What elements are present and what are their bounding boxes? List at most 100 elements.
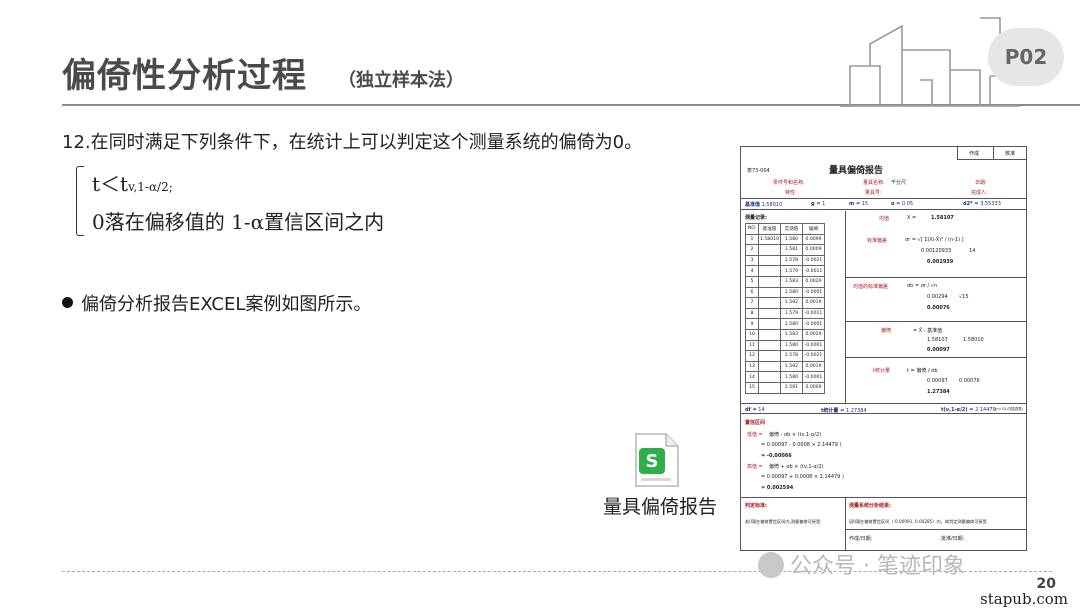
- table-row: 12 1.578 -0.0021: [745, 350, 825, 362]
- ci-high-calc: = 0.00097 + 0.0008 × 2.14479 ): [761, 474, 844, 480]
- cell-measured: 1.579: [780, 307, 803, 320]
- report-cell-border: [957, 147, 958, 159]
- stat-sd-value-b: 14: [969, 248, 976, 254]
- ci-low-value: = -0.00066: [761, 453, 792, 459]
- report-made-by: 作成: [969, 151, 980, 157]
- cell-measured: 1.579: [780, 265, 803, 277]
- stat-sem-value-a: 0.00294: [927, 294, 948, 300]
- stat-bias-formula: = X̄ - 基准值: [913, 328, 943, 334]
- cell-bias: 0.0029: [802, 275, 825, 288]
- wechat-icon: [758, 552, 784, 578]
- judge-approve-label: 批准/日期:: [941, 536, 965, 542]
- ci-high-formula: 偏倚 + σb × (tν,1-α/2): [769, 464, 824, 470]
- page-subtitle: （独立样本法）: [338, 70, 464, 91]
- report-summary-alpha: α = 0.05: [891, 201, 914, 207]
- report-gauge-no-label: 量具号:: [865, 190, 882, 196]
- cell-base: [758, 318, 781, 330]
- report-done-by-label: 完成人:: [971, 190, 988, 196]
- report-part-label: 零件号和名称:: [773, 180, 805, 186]
- formula-brace: [76, 166, 84, 236]
- cell-no: 6: [745, 286, 759, 299]
- stat-bias-value-b: 1.58010: [963, 337, 984, 343]
- table-row: 5 1.583 0.0029: [745, 275, 825, 288]
- cell-no: 7: [745, 297, 759, 309]
- table-row: 11 1.580 -0.0001: [745, 339, 825, 352]
- bias-report-image: 作成 核准 表73-004 量具偏倚报告 零件号和名称: 量具名称: 千分尺 日…: [740, 146, 1027, 551]
- cell-base: [758, 360, 781, 373]
- cell-measured: 1.581: [780, 381, 803, 394]
- cell-base: [758, 371, 781, 383]
- report-divider: [741, 497, 1026, 498]
- col-header: NO.: [745, 223, 759, 235]
- cell-measured: 1.580: [780, 371, 803, 383]
- cell-bias: 0.0009: [802, 381, 825, 394]
- col-header: 实测值: [780, 223, 803, 235]
- col-header: 基准值: [758, 223, 781, 235]
- watermark-text: 公众号 · 笔迹印象: [790, 554, 965, 579]
- cell-base: [758, 254, 781, 267]
- ci-high-value: = 0.002594: [761, 485, 794, 491]
- cell-measured: 1.582: [780, 360, 803, 373]
- cell-bias: -0.0001: [802, 339, 825, 352]
- cell-bias: 0.0019: [802, 297, 825, 309]
- cell-base: [758, 265, 781, 277]
- stat-sem-label: 均值的标准偏差: [853, 284, 889, 290]
- report-divider: [845, 277, 1026, 278]
- cell-no: 8: [745, 307, 759, 320]
- stat-mean-symbol: X =: [907, 215, 917, 221]
- attachment-label[interactable]: 量具偏倚报告: [600, 494, 720, 520]
- site-watermark: stapub.com: [980, 590, 1068, 608]
- cell-measured: 1.580: [780, 339, 803, 352]
- table-row: 10 1.583 0.0029: [745, 328, 825, 341]
- stat-sd-value: 0.002939: [927, 259, 954, 265]
- cell-bias: -0.0021: [802, 350, 825, 362]
- report-divider: [741, 209, 1026, 210]
- judge-text: 若0落在偏倚置信区间内,测量偏倚可接受.: [745, 519, 822, 524]
- table-row: 14 1.580 -0.0001: [745, 371, 825, 383]
- table-row: 8 1.579 -0.0011: [745, 307, 825, 320]
- cell-bias: -0.0011: [802, 265, 825, 277]
- judge-result-text: 因0落在偏倚置信区间（-0.00091, 0.00285）内，故判定测量偏倚可接…: [849, 519, 987, 524]
- cell-no: 1: [745, 233, 759, 246]
- cell-measured: 1.581: [780, 244, 803, 256]
- stat-sem-value: 0.00076: [927, 305, 950, 311]
- ci-low-label: 低值 =: [747, 432, 763, 438]
- table-row: 1 1.58010 1.580 0.0099: [745, 233, 825, 246]
- stat-sd-value-a: 0.00120933: [921, 248, 952, 254]
- table-row: 13 1.582 0.0019: [745, 360, 825, 373]
- report-divider: [741, 413, 1026, 414]
- cell-base: [758, 286, 781, 299]
- report-divider: [741, 198, 1026, 199]
- stat-t-value: 1.27384: [927, 389, 950, 395]
- ci-low-formula: 偏倚 - σb × (tν,1-α/2): [769, 432, 822, 438]
- cell-measured: 1.578: [780, 254, 803, 267]
- watermark: 公众号 · 笔迹印象: [758, 548, 965, 580]
- stat-mean-value: 1.58107: [931, 215, 954, 221]
- report-divider: [845, 497, 846, 550]
- cell-base: 1.58010: [758, 233, 781, 246]
- stat-t-label: t统计量: [873, 368, 890, 374]
- ci-high-label: 高值 =: [747, 464, 763, 470]
- cell-bias: 0.0029: [802, 328, 825, 341]
- table-row: 4 1.579 -0.0011: [745, 265, 825, 277]
- report-summary-d2: d2* = 3.55333: [963, 201, 1001, 207]
- cell-base: [758, 275, 781, 288]
- cell-no: 12: [745, 350, 759, 362]
- report-cell-border: [993, 147, 994, 159]
- measurement-table: NO. 基准值 实测值 偏倚 1 1.58010 1.580 0.0099 2 1.581…: [745, 223, 825, 394]
- cell-bias: -0.0001: [802, 318, 825, 330]
- stat-sem-formula: σb = σr / √n: [907, 283, 938, 289]
- bullet-text: 偏倚分析报告EXCEL案例如图所示。: [81, 294, 372, 315]
- report-title: 量具偏倚报告: [829, 166, 884, 176]
- spreadsheet-file-icon[interactable]: S: [632, 432, 680, 488]
- formula-t-main: t＜t: [92, 172, 129, 196]
- stat-t-formula: t = 偏倚 / σb: [907, 368, 938, 374]
- report-divider: [845, 321, 1026, 322]
- col-header: 偏倚: [802, 223, 825, 235]
- report-divider: [845, 357, 1026, 358]
- cell-bias: -0.0011: [802, 307, 825, 320]
- cell-measured: 1.580: [780, 318, 803, 330]
- condition-statement: 12.在同时满足下列条件下，在统计上可以判定这个测量系统的偏倚为0。: [62, 132, 643, 153]
- report-date-label: 日期:: [975, 180, 987, 186]
- stat-sem-value-b: √15: [959, 294, 969, 300]
